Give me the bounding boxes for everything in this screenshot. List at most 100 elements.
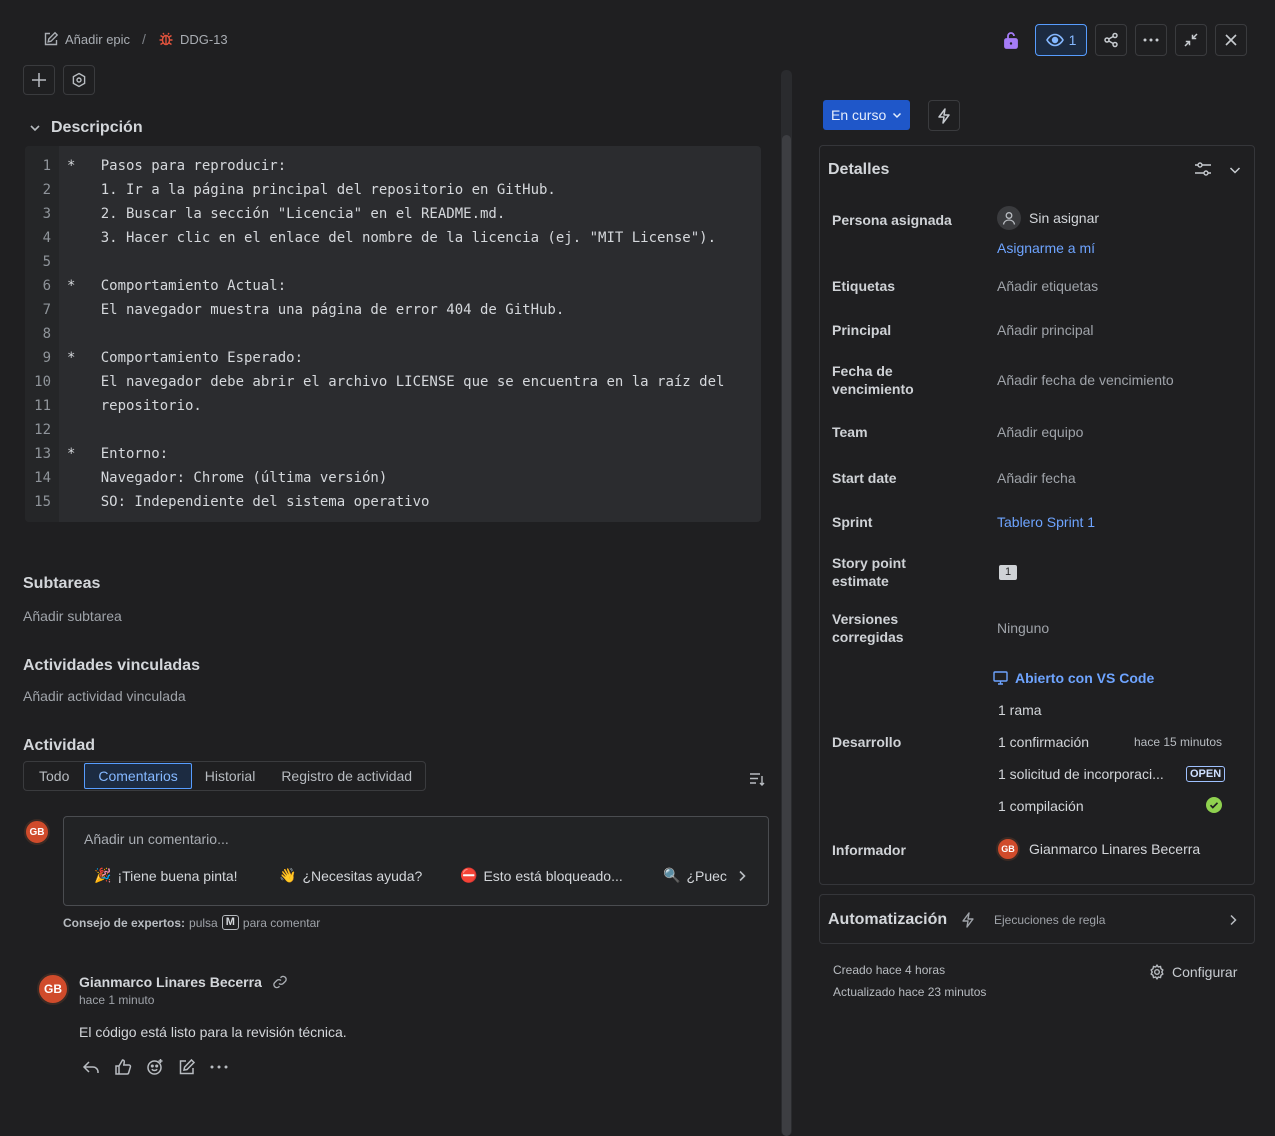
status-label: En curso	[831, 107, 887, 123]
code-line: El navegador muestra una página de error…	[67, 302, 565, 318]
code-line: El navegador debe abrir el archivo LICEN…	[67, 374, 725, 390]
code-line: 1. Ir a la página principal del reposito…	[67, 182, 556, 198]
issue-key-link[interactable]: DDG-13	[180, 32, 228, 47]
branches-link[interactable]: 1 rama	[998, 702, 1042, 718]
add-button[interactable]	[23, 65, 55, 95]
assignee-label: Persona asignada	[832, 212, 952, 228]
team-field[interactable]: Añadir equipo	[997, 424, 1083, 440]
thumbs-up-icon[interactable]	[114, 1058, 132, 1076]
gear-icon	[1149, 964, 1165, 980]
eye-icon	[1045, 33, 1064, 47]
reply-icon[interactable]	[82, 1058, 100, 1076]
add-subtask-link[interactable]: Añadir subtarea	[23, 608, 122, 624]
add-reaction-icon[interactable]	[146, 1058, 164, 1076]
reporter-label: Informador	[832, 842, 906, 858]
pro-tip-post: para comentar	[242, 915, 321, 930]
quick-reply-chip[interactable]: 👋 ¿Necesitas ayuda?	[279, 867, 460, 884]
edit-icon[interactable]	[178, 1058, 196, 1076]
fix-versions-field[interactable]: Ninguno	[997, 620, 1049, 636]
start-date-field[interactable]: Añadir fecha	[997, 470, 1076, 486]
monitor-icon	[993, 671, 1008, 685]
due-date-field[interactable]: Añadir fecha de vencimiento	[997, 372, 1174, 388]
line-number: 8	[42, 326, 51, 342]
more-icon[interactable]	[210, 1065, 228, 1069]
comment-time: hace 1 minuto	[79, 993, 155, 1007]
details-title: Detalles	[828, 161, 890, 178]
code-content: * Pasos para reproducir: 1. Ir a la pági…	[59, 146, 724, 522]
comment-input[interactable]: Añadir un comentario...	[84, 831, 229, 847]
add-epic-link[interactable]: Añadir epic	[65, 32, 130, 47]
pr-status-badge: OPEN	[1186, 766, 1226, 782]
minimize-button[interactable]	[1175, 24, 1207, 56]
automation-actions-button[interactable]	[928, 100, 960, 131]
breadcrumb-separator: /	[142, 31, 146, 47]
quick-reply-chip[interactable]: 🔍 ¿Puec	[663, 867, 733, 884]
details-panel: Detalles Persona asignada Sin asignar As…	[819, 145, 1255, 885]
chevron-right-icon[interactable]	[737, 870, 747, 882]
line-number: 7	[42, 302, 51, 318]
parent-field[interactable]: Añadir principal	[997, 322, 1094, 338]
subtasks-title: Subtareas	[23, 575, 101, 592]
bug-icon	[158, 31, 174, 47]
add-linked-activity-link[interactable]: Añadir actividad vinculada	[23, 688, 186, 704]
code-line: 3. Hacer clic en el enlace del nombre de…	[67, 230, 717, 246]
story-points-value[interactable]: 1	[999, 565, 1018, 580]
automation-panel[interactable]: Automatización Ejecuciones de regla	[819, 894, 1255, 944]
commit-time: hace 15 minutos	[1134, 735, 1223, 749]
lightning-icon	[937, 107, 951, 124]
settings-sliders-icon[interactable]	[1194, 161, 1212, 177]
quick-reply-chip[interactable]: ⛔ Esto está bloqueado...	[460, 867, 663, 884]
scrollbar-track[interactable]	[781, 70, 792, 1136]
assignee-field[interactable]: Sin asignar	[997, 206, 1099, 230]
current-user-avatar: GB	[24, 819, 50, 845]
parent-label: Principal	[832, 322, 892, 338]
pull-requests-link[interactable]: 1 solicitud de incorporaci...	[998, 766, 1164, 782]
reporter-avatar: GB	[996, 837, 1020, 861]
scrollbar-thumb[interactable]	[782, 135, 791, 1136]
more-actions-button[interactable]	[1135, 24, 1167, 56]
close-button[interactable]	[1215, 24, 1247, 56]
code-line: SO: Independiente del sistema operativo	[67, 494, 430, 510]
configure-button[interactable]: Configurar	[1149, 964, 1237, 980]
apps-button[interactable]	[63, 65, 95, 95]
tab-activity-log[interactable]: Registro de actividad	[268, 762, 425, 790]
builds-link[interactable]: 1 compilación	[998, 798, 1084, 814]
watch-button[interactable]: 1	[1035, 24, 1087, 56]
labels-field[interactable]: Añadir etiquetas	[997, 278, 1098, 294]
tab-all[interactable]: Todo	[24, 762, 84, 790]
quick-reply-label: ¿Necesitas ayuda?	[302, 867, 423, 884]
code-line: 2. Buscar la sección "Licencia" en el RE…	[67, 206, 506, 222]
line-number: 4	[42, 230, 51, 246]
edit-icon	[43, 31, 59, 47]
share-button[interactable]	[1095, 24, 1127, 56]
quick-reply-label: ¡Tiene buena pinta!	[117, 867, 238, 884]
tab-history[interactable]: Historial	[192, 762, 269, 790]
comment-editor[interactable]: Añadir un comentario... 🎉 ¡Tiene buena pi…	[63, 816, 769, 906]
user-icon	[997, 206, 1021, 230]
description-header[interactable]: Descripción	[29, 119, 143, 137]
line-number: 13	[34, 446, 51, 462]
assignee-value: Sin asignar	[1029, 210, 1100, 226]
shortcut-key: M	[221, 915, 239, 930]
unlock-icon[interactable]	[1000, 28, 1022, 52]
commits-link[interactable]: 1 confirmación	[998, 734, 1089, 750]
tab-comments[interactable]: Comentarios	[84, 763, 192, 789]
quick-reply-label: Esto está bloqueado...	[483, 867, 623, 884]
sort-icon[interactable]	[749, 771, 765, 787]
status-dropdown[interactable]: En curso	[823, 100, 911, 130]
pro-tip: Consejo de expertos: pulsa M para coment…	[63, 915, 320, 930]
reporter-field[interactable]: GB Gianmarco Linares Becerra	[996, 837, 1200, 861]
sprint-link[interactable]: Tablero Sprint 1	[997, 514, 1095, 530]
line-number: 1	[42, 158, 51, 174]
link-icon[interactable]	[272, 974, 288, 990]
open-vscode-link[interactable]: Abierto con VS Code	[993, 670, 1154, 686]
description-code-block[interactable]: 1 2 3 4 5 6 7 8 9 10 11 12 13 14 15 * Pasos para repro…	[25, 146, 761, 522]
line-number: 5	[42, 254, 51, 270]
team-label: Team	[832, 424, 868, 440]
assign-to-me-link[interactable]: Asignarme a mí	[997, 240, 1095, 256]
comment-author-avatar[interactable]: GB	[37, 973, 69, 1005]
quick-reply-chip[interactable]: 🎉 ¡Tiene buena pinta!	[94, 867, 279, 884]
chevron-down-icon[interactable]	[1229, 165, 1241, 175]
comment-author[interactable]: Gianmarco Linares Becerra	[79, 974, 262, 990]
